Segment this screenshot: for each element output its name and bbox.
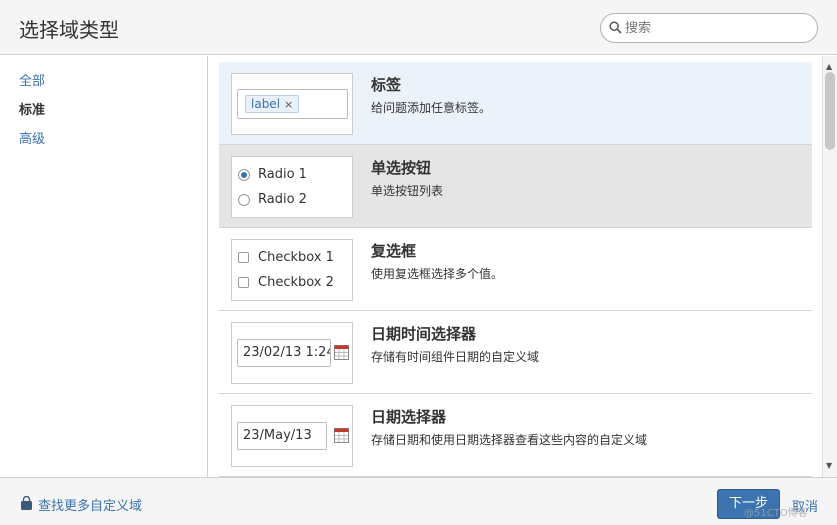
search-box[interactable] [600,13,818,43]
dialog-title: 选择域类型 [19,18,119,42]
radio-preview-label-1: Radio 1 [258,167,307,182]
watermark-text: @51CTO博客 [744,508,808,519]
label-tag: label × [245,95,300,113]
scroll-down-icon[interactable]: ▼ [826,461,832,470]
checkbox-preview-label-2: Checkbox 2 [258,275,334,290]
field-type-row-date-picker[interactable]: 23/May/13 日期选择器 存储日期和使用日期选择器查看这些内容的自定义域 [219,394,812,477]
date-preview-input: 23/May/13 [237,422,327,450]
radio-preview-option-2 [238,194,250,206]
category-sidebar: 全部 标准 高级 [0,56,208,477]
marketplace-bag-icon [21,496,32,510]
search-icon [609,21,622,34]
scrollbar-thumb[interactable] [825,72,835,150]
calendar-icon [334,428,349,443]
checkbox-preview: Checkbox 1 Checkbox 2 [231,239,353,301]
scroll-up-icon[interactable]: ▲ [826,62,832,71]
date-time-preview-input: 23/02/13 1:24 [237,339,331,367]
dialog-footer: 查找更多自定义域 下一步 取消 [0,477,837,525]
field-type-row-checkboxes[interactable]: Checkbox 1 Checkbox 2 复选框 使用复选框选择多个值。 [219,228,812,311]
field-type-list: label × 标签 给问题添加任意标签。 Radio 1 Radio 2 单选按… [219,62,812,477]
dialog-header: 选择域类型 [0,0,837,55]
sidebar-item-advanced[interactable]: 高级 [19,128,45,147]
checkbox-preview-box-2 [238,277,249,288]
radio-preview-option-1 [238,169,250,181]
calendar-icon [334,345,349,360]
find-more-fields-label: 查找更多自定义域 [38,499,143,514]
field-type-description: 使用复选框选择多个值。 [371,267,504,281]
field-type-name: 日期选择器 [371,408,447,426]
labels-preview-input: label × [237,89,348,119]
field-type-description: 给问题添加任意标签。 [371,101,492,115]
field-type-row-date-time-picker[interactable]: 23/02/13 1:24 日期时间选择器 存储有时间组件日期的自定义域 [219,311,812,394]
checkbox-preview-box-1 [238,252,249,263]
field-type-description: 存储有时间组件日期的自定义域 [371,350,540,364]
date-preview: 23/May/13 [231,405,353,467]
field-type-description: 存储日期和使用日期选择器查看这些内容的自定义域 [371,433,648,447]
sidebar-item-all[interactable]: 全部 [19,70,45,89]
field-type-name: 复选框 [371,242,417,260]
label-tag-text: label [251,97,281,111]
field-type-name: 日期时间选择器 [371,325,477,343]
checkbox-preview-label-1: Checkbox 1 [258,250,334,265]
radio-preview-label-2: Radio 2 [258,192,307,207]
field-type-name: 标签 [371,76,402,94]
field-type-row-labels[interactable]: label × 标签 给问题添加任意标签。 [219,62,812,145]
field-type-row-radio-buttons[interactable]: Radio 1 Radio 2 单选按钮 单选按钮列表 [219,145,812,228]
remove-tag-icon: × [284,98,294,111]
date-time-preview: 23/02/13 1:24 [231,322,353,384]
labels-preview: label × [231,73,353,135]
search-input[interactable] [625,19,805,37]
list-scrollbar[interactable]: ▲ ▼ [822,56,837,477]
radio-preview: Radio 1 Radio 2 [231,156,353,218]
field-type-description: 单选按钮列表 [371,184,444,198]
field-type-name: 单选按钮 [371,159,432,177]
sidebar-item-standard[interactable]: 标准 [19,99,45,118]
